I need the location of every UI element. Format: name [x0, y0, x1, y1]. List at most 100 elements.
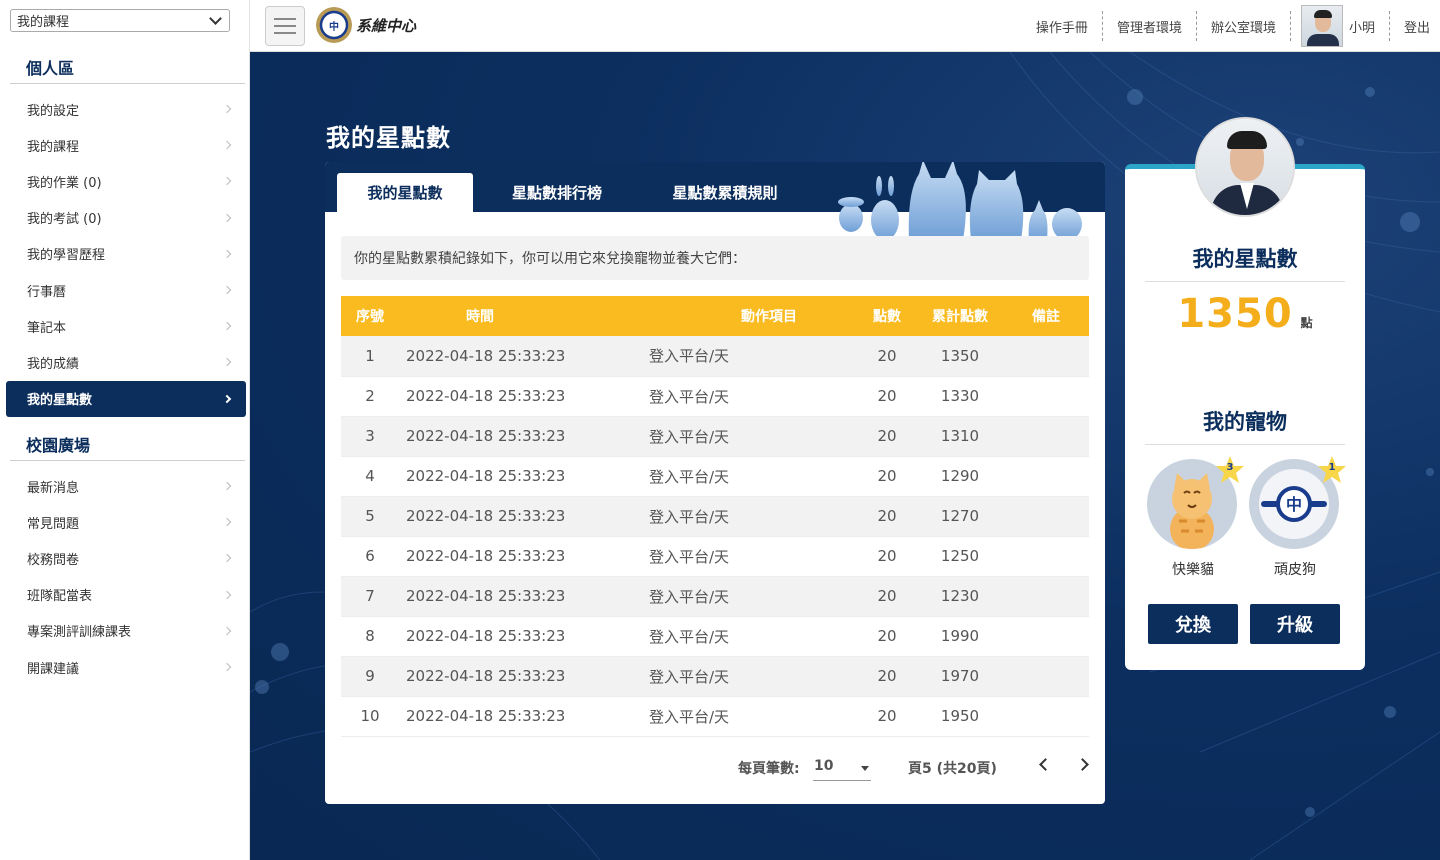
logo-text: 系維中心: [356, 16, 417, 35]
chevron-right-icon: [222, 626, 232, 636]
table-cell: [1003, 616, 1089, 657]
sidebar-item[interactable]: 我的考試 (0): [6, 200, 246, 236]
avatar: [1300, 5, 1343, 47]
table-row: 7 2022-04-18 25:33:23 登入平台/天 20 1230: [341, 576, 1089, 617]
table-cell: 2022-04-18 25:33:23: [399, 616, 621, 657]
table-cell: [1003, 576, 1089, 617]
link-admin[interactable]: 管理者環境: [1103, 11, 1197, 41]
sidebar-item[interactable]: 常見問題: [6, 504, 246, 540]
sidebar-item-label: 我的成績: [27, 356, 80, 372]
sidebar-item[interactable]: 行事曆: [6, 272, 246, 308]
table-row: 1 2022-04-18 25:33:23 登入平台/天 20 1350: [341, 336, 1089, 377]
next-page-icon[interactable]: [1076, 758, 1089, 771]
table-cell: 7: [341, 576, 399, 617]
table-cell: [1003, 376, 1089, 417]
sidebar-item[interactable]: 我的課程: [6, 127, 246, 163]
sidebar-item[interactable]: 我的學習歷程: [6, 236, 246, 272]
sidebar-item-label: 我的課程: [27, 139, 80, 155]
table-cell: 10: [341, 696, 399, 737]
tab-rules[interactable]: 星點數累積規則: [645, 173, 805, 212]
table-cell: 20: [857, 416, 917, 457]
svg-text:中: 中: [1286, 495, 1302, 514]
sidebar-item[interactable]: 我的作業 (0): [6, 163, 246, 199]
table-cell: 1230: [917, 576, 1003, 617]
per-page-value: 10: [814, 758, 834, 774]
points-display: 1350 點: [1125, 291, 1365, 337]
upgrade-button[interactable]: 升級: [1250, 604, 1340, 644]
caret-down-icon: [861, 766, 869, 771]
table-cell: 20: [857, 696, 917, 737]
section-title-campus: 校園廣場: [26, 436, 91, 455]
sidebar-item[interactable]: 專案測評訓練課表: [6, 613, 246, 649]
per-page-label: 每頁筆數:: [738, 761, 800, 777]
main-area: 我的星點數 我的星點數 星點數排行榜 星點數累積規則 你的星點數累積紀錄如下，你…: [250, 52, 1440, 860]
top-header: 中 系維中心 操作手冊 管理者環境 辦公室環境 小明 登出: [250, 0, 1440, 52]
points-value: 1350: [1177, 291, 1293, 337]
user-menu[interactable]: 小明: [1291, 5, 1390, 47]
sidebar-item-label: 班隊配當表: [27, 589, 93, 605]
menu-toggle-button[interactable]: [265, 6, 305, 46]
chevron-right-icon: [222, 517, 232, 527]
pet-cat[interactable]: 3 快樂貓: [1147, 456, 1244, 579]
exchange-button[interactable]: 兌換: [1148, 604, 1238, 644]
sidebar-item[interactable]: 校務問卷: [6, 540, 246, 576]
table-cell: 20: [857, 656, 917, 697]
sidebar-item[interactable]: 我的星點數: [6, 380, 246, 417]
sidebar-item-label: 我的作業 (0): [27, 175, 102, 191]
sidebar-item-label: 行事曆: [27, 284, 67, 300]
table-cell: 1330: [917, 376, 1003, 417]
chevron-right-icon: [222, 213, 232, 222]
logo[interactable]: 中 系維中心: [316, 7, 416, 43]
sidebar-item-label: 我的學習歷程: [27, 248, 106, 264]
card-title-points: 我的星點數: [1145, 243, 1345, 282]
link-manual[interactable]: 操作手冊: [1022, 11, 1103, 41]
table-cell: [1003, 696, 1089, 737]
table-row: 10 2022-04-18 25:33:23 登入平台/天 20 1950: [341, 696, 1089, 737]
table-cell: 1: [341, 336, 399, 377]
table-cell: 1990: [917, 616, 1003, 657]
link-office[interactable]: 辦公室環境: [1197, 11, 1291, 41]
sidebar-item[interactable]: 我的成績: [6, 344, 246, 380]
per-page-select[interactable]: 10: [813, 755, 871, 781]
table-cell: [1003, 456, 1089, 497]
table-cell: 登入平台/天: [621, 456, 857, 497]
sidebar-item[interactable]: 筆記本: [6, 308, 246, 344]
sidebar-item[interactable]: 開課建議: [6, 649, 246, 685]
table-cell: 登入平台/天: [621, 496, 857, 537]
table-row: 5 2022-04-18 25:33:23 登入平台/天 20 1270: [341, 496, 1089, 537]
chevron-right-icon: [222, 140, 232, 150]
sidebar-item-label: 最新消息: [27, 480, 80, 496]
sidebar: 我的課程 個人區 我的設定 我的課程 我的作業 (0) 我的考試 (0) 我的學習歷程行…: [0, 0, 250, 860]
col-header-note: 備註: [1003, 296, 1089, 336]
table-cell: 1250: [917, 536, 1003, 577]
sidebar-item-label: 筆記本: [27, 320, 67, 336]
table-row: 6 2022-04-18 25:33:23 登入平台/天 20 1250: [341, 536, 1089, 577]
divider: [10, 83, 245, 84]
table-cell: 20: [857, 496, 917, 537]
sidebar-item[interactable]: 我的設定: [6, 91, 246, 127]
chevron-right-icon: [222, 554, 232, 563]
table-cell: 3: [341, 416, 399, 457]
logo-seal-icon: 中: [316, 7, 352, 43]
chevron-right-icon: [222, 662, 232, 672]
table-cell: 2022-04-18 25:33:23: [399, 576, 621, 617]
pet-name: 快樂貓: [1172, 562, 1214, 578]
tab-ranking[interactable]: 星點數排行榜: [485, 173, 629, 212]
tab-my-points[interactable]: 我的星點數: [337, 173, 473, 212]
divider: [10, 460, 245, 461]
sidebar-item[interactable]: 班隊配當表: [6, 577, 246, 613]
course-select[interactable]: 我的課程: [10, 9, 230, 32]
info-strip: 你的星點數累積紀錄如下，你可以用它來兌換寵物並養大它們：: [341, 236, 1089, 280]
sidebar-item[interactable]: 最新消息: [6, 468, 246, 504]
pet-dog[interactable]: 中 1 頑皮狗: [1249, 456, 1346, 579]
col-header-action: 動作項目: [621, 296, 857, 336]
logout-link[interactable]: 登出: [1390, 11, 1440, 41]
table-cell: 5: [341, 496, 399, 537]
pet-silhouettes-icon: [838, 162, 1082, 240]
table-cell: 8: [341, 616, 399, 657]
user-name: 小明: [1348, 20, 1375, 36]
level-star-icon: 1: [1317, 455, 1347, 485]
prev-page-icon[interactable]: [1039, 758, 1052, 771]
sidebar-item-label: 校務問卷: [27, 552, 80, 568]
table-cell: 2022-04-18 25:33:23: [399, 456, 621, 497]
